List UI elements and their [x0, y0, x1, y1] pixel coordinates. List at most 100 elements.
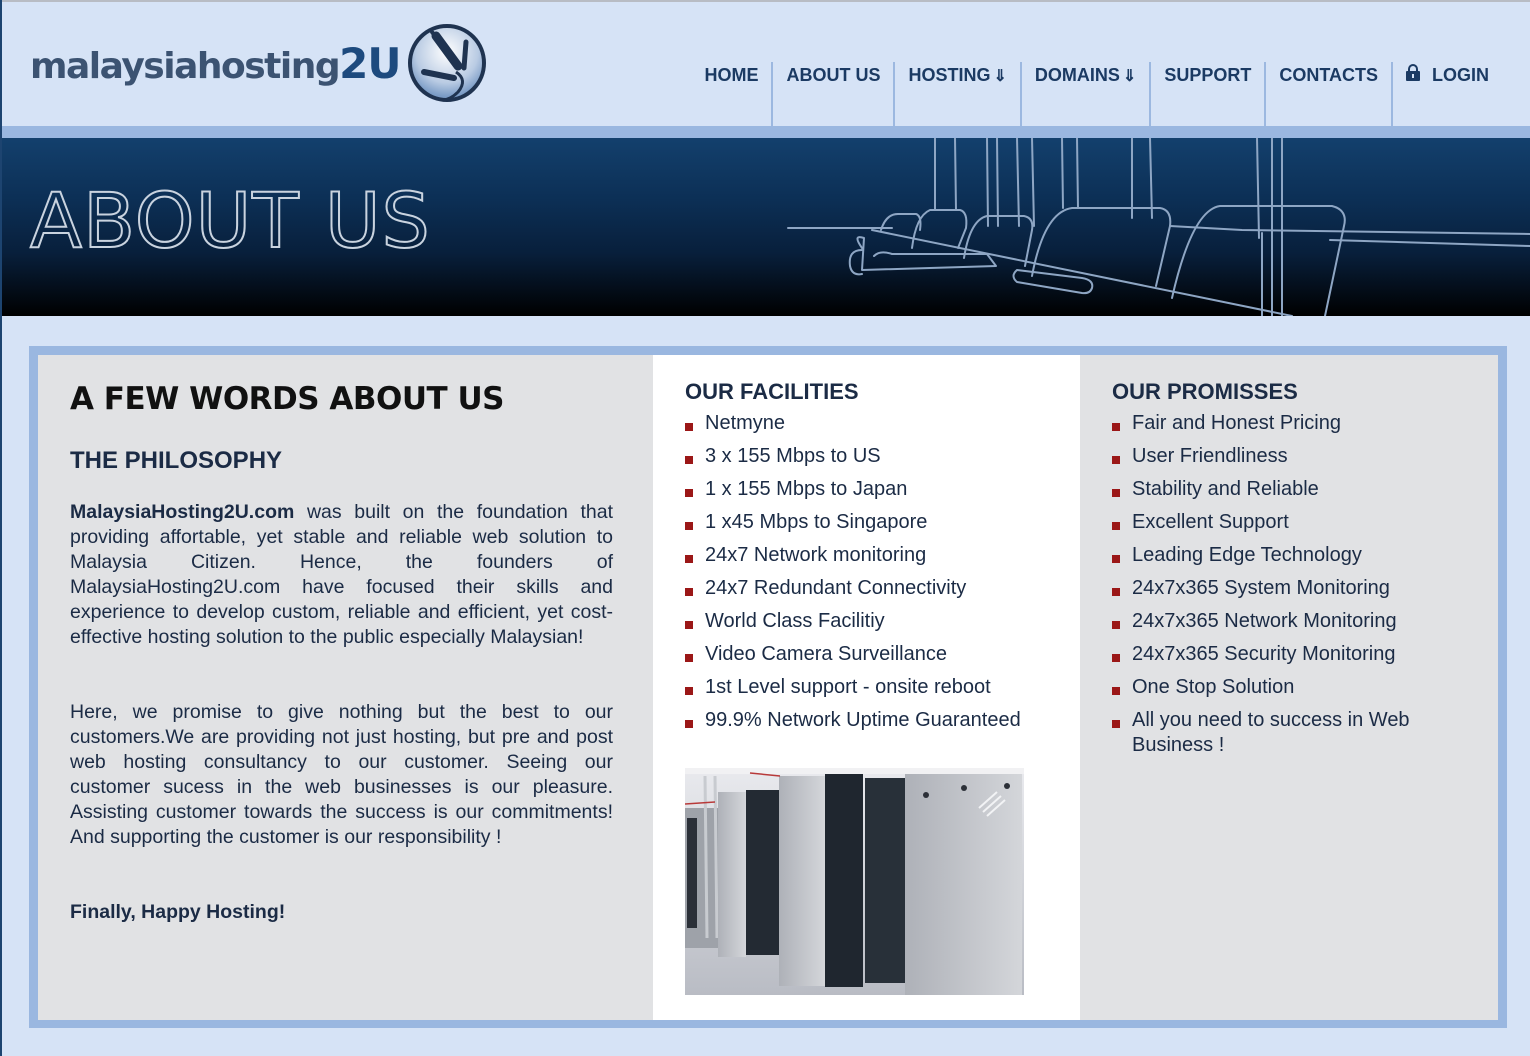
- list-item-text: 24x7 Redundant Connectivity: [705, 577, 967, 599]
- nav-label: HOME: [704, 65, 759, 85]
- main-nav: HOME ABOUT US HOSTING ⇓ DOMAINS ⇓ SUPPORT …: [691, 62, 1502, 128]
- brand-name-bold: MalaysiaHosting2U.com: [70, 501, 295, 523]
- list-item: 24x7x365 Security Monitoring: [1112, 642, 1442, 667]
- square-bullet-icon: [1112, 588, 1120, 596]
- list-item: 24x7x365 Network Monitoring: [1112, 609, 1442, 634]
- square-bullet-icon: [685, 423, 693, 431]
- list-item-text: 1 x45 Mbps to Singapore: [705, 511, 928, 533]
- list-item: 1st Level support - onsite reboot: [685, 675, 1021, 700]
- square-bullet-icon: [685, 687, 693, 695]
- nav-item-login[interactable]: LOGIN: [1391, 62, 1502, 128]
- square-bullet-icon: [1112, 654, 1120, 662]
- about-column: A FEW WORDS ABOUT US THE PHILOSOPHY Mala…: [38, 355, 653, 1020]
- list-item: One Stop Solution: [1112, 675, 1442, 700]
- promises-list: Fair and Honest Pricing User Friendlines…: [1112, 411, 1442, 766]
- list-item: 24x7 Redundant Connectivity: [685, 576, 1021, 601]
- list-item-text: Video Camera Surveillance: [705, 643, 947, 665]
- list-item: Leading Edge Technology: [1112, 543, 1442, 568]
- page-banner: ABOUT US: [2, 138, 1530, 316]
- list-item-text: Excellent Support: [1132, 511, 1289, 533]
- conference-room-illustration: [787, 138, 1530, 316]
- list-item: Excellent Support: [1112, 510, 1442, 535]
- list-item-text: Fair and Honest Pricing: [1132, 412, 1341, 434]
- list-item-text: 24x7x365 System Monitoring: [1132, 577, 1390, 599]
- square-bullet-icon: [685, 654, 693, 662]
- cable-plug-icon: [408, 24, 487, 102]
- list-item-text: 1 x 155 Mbps to Japan: [705, 478, 908, 500]
- list-item: Fair and Honest Pricing: [1112, 411, 1442, 436]
- banner-title: ABOUT US: [29, 175, 431, 266]
- site-logo[interactable]: malaysiahosting2U: [30, 20, 488, 106]
- dropdown-arrow-icon: ⇓: [993, 68, 1007, 85]
- nav-item-about-us[interactable]: ABOUT US: [771, 62, 893, 128]
- square-bullet-icon: [1112, 489, 1120, 497]
- promise-paragraph: Here, we promise to give nothing but the…: [70, 701, 613, 848]
- square-bullet-icon: [685, 720, 693, 728]
- nav-item-hosting[interactable]: HOSTING ⇓: [893, 62, 1019, 128]
- promises-column: OUR PROMISSES Fair and Honest Pricing Us…: [1080, 355, 1498, 1020]
- list-item-text: All you need to success in Web Business …: [1132, 709, 1410, 756]
- list-item: Video Camera Surveillance: [685, 642, 1021, 667]
- list-item-text: Leading Edge Technology: [1132, 544, 1362, 566]
- facilities-heading: OUR FACILITIES: [685, 379, 859, 404]
- paragraph-text: was built on the foundation that providi…: [70, 501, 613, 648]
- philosophy-paragraph: MalaysiaHosting2U.com was built on the f…: [70, 500, 613, 650]
- dropdown-arrow-icon: ⇓: [1122, 68, 1137, 85]
- nav-label: SUPPORT: [1164, 65, 1252, 85]
- list-item: 24x7x365 System Monitoring: [1112, 576, 1442, 601]
- list-item-text: 24x7 Network monitoring: [705, 544, 927, 566]
- square-bullet-icon: [685, 489, 693, 497]
- square-bullet-icon: [1112, 456, 1120, 464]
- list-item: 1 x45 Mbps to Singapore: [685, 510, 1021, 535]
- list-item: 1 x 155 Mbps to Japan: [685, 477, 1021, 502]
- list-item: 99.9% Network Uptime Guaranteed: [685, 708, 1021, 733]
- closing-line: Finally, Happy Hosting!: [70, 901, 286, 923]
- facilities-list: Netmyne 3 x 155 Mbps to US 1 x 155 Mbps …: [685, 411, 1021, 741]
- nav-item-contacts[interactable]: CONTACTS: [1264, 62, 1391, 128]
- server-racks-photo: [685, 768, 1024, 995]
- square-bullet-icon: [685, 522, 693, 530]
- list-item: Stability and Reliable: [1112, 477, 1442, 502]
- promises-heading: OUR PROMISSES: [1112, 379, 1298, 404]
- site-header: malaysiahosting2U HOME ABOUT US HOSTING ⇓…: [2, 2, 1530, 128]
- list-item: User Friendliness: [1112, 444, 1442, 469]
- nav-item-support[interactable]: SUPPORT: [1149, 62, 1264, 128]
- list-item-text: One Stop Solution: [1132, 676, 1295, 698]
- nav-item-home[interactable]: HOME: [691, 62, 771, 128]
- square-bullet-icon: [685, 456, 693, 464]
- nav-label: ABOUT US: [786, 65, 881, 85]
- list-item: All you need to success in Web Business …: [1112, 708, 1442, 758]
- logo-text-suffix: 2U: [339, 38, 401, 88]
- square-bullet-icon: [685, 621, 693, 629]
- list-item-text: 99.9% Network Uptime Guaranteed: [705, 709, 1021, 731]
- square-bullet-icon: [1112, 720, 1120, 728]
- nav-label: HOSTING: [908, 65, 991, 85]
- list-item-text: World Class Facilitiy: [705, 610, 885, 632]
- philosophy-heading: THE PHILOSOPHY: [70, 447, 283, 474]
- list-item: 24x7 Network monitoring: [685, 543, 1021, 568]
- facilities-column: OUR FACILITIES Netmyne 3 x 155 Mbps to U…: [653, 355, 1080, 1020]
- logo-text: malaysiahosting2U: [30, 38, 401, 88]
- square-bullet-icon: [1112, 522, 1120, 530]
- nav-label: CONTACTS: [1279, 65, 1378, 85]
- list-item-text: 3 x 155 Mbps to US: [705, 445, 881, 467]
- nav-label: LOGIN: [1432, 65, 1489, 85]
- square-bullet-icon: [685, 555, 693, 563]
- square-bullet-icon: [1112, 423, 1120, 431]
- logo-text-main: malaysiahosting: [30, 45, 341, 87]
- list-item-text: 24x7x365 Network Monitoring: [1132, 610, 1397, 632]
- square-bullet-icon: [1112, 687, 1120, 695]
- nav-label: DOMAINS: [1034, 65, 1120, 85]
- list-item-text: Stability and Reliable: [1132, 478, 1319, 500]
- list-item-text: Netmyne: [705, 412, 786, 434]
- nav-item-domains[interactable]: DOMAINS ⇓: [1019, 62, 1149, 128]
- list-item: World Class Facilitiy: [685, 609, 1021, 634]
- section-heading: A FEW WORDS ABOUT US: [70, 381, 504, 417]
- list-item: 3 x 155 Mbps to US: [685, 444, 1021, 469]
- list-item-text: 24x7x365 Security Monitoring: [1132, 643, 1396, 665]
- square-bullet-icon: [1112, 555, 1120, 563]
- header-band: [2, 126, 1530, 138]
- list-item-text: 1st Level support - onsite reboot: [705, 676, 991, 698]
- square-bullet-icon: [1112, 621, 1120, 629]
- square-bullet-icon: [685, 588, 693, 596]
